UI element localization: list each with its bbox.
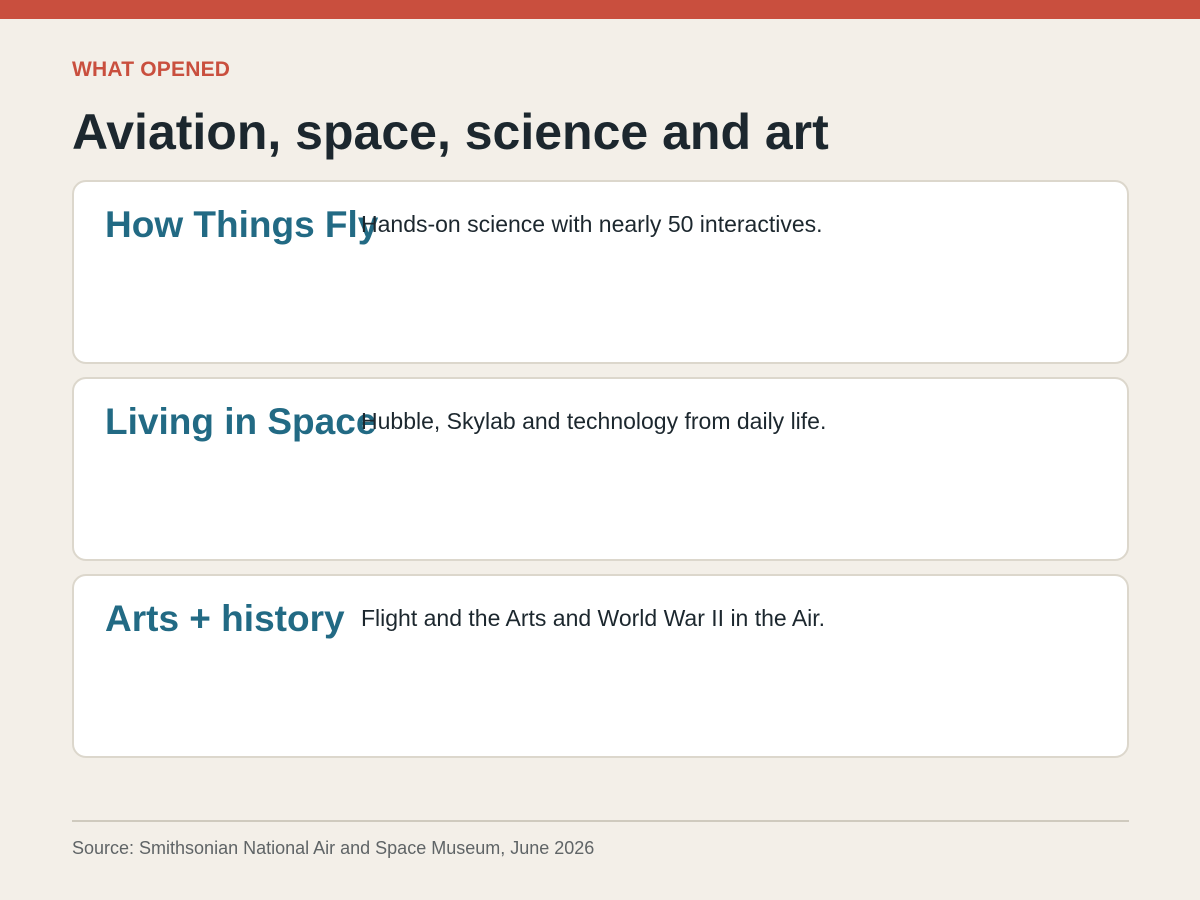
exhibit-card: How Things Fly Hands-on science with nea… xyxy=(72,180,1129,364)
exhibit-card-title: Living in Space xyxy=(105,401,377,442)
exhibit-card-description: Flight and the Arts and World War II in … xyxy=(361,605,826,631)
exhibit-card: Living in Space Hubble, Skylab and techn… xyxy=(72,377,1129,561)
source-note: Source: Smithsonian National Air and Spa… xyxy=(72,838,595,858)
exhibit-card: Arts + history Flight and the Arts and W… xyxy=(72,574,1129,758)
page-title: Aviation, space, science and art xyxy=(72,104,829,160)
section-eyebrow: WHAT OPENED xyxy=(72,58,231,81)
exhibit-card-title: Arts + history xyxy=(105,598,345,639)
exhibit-card-description: Hubble, Skylab and technology from daily… xyxy=(361,408,827,434)
exhibit-card-list: How Things Fly Hands-on science with nea… xyxy=(72,180,1129,771)
exhibit-card-title: How Things Fly xyxy=(105,204,379,245)
accent-top-bar xyxy=(0,0,1200,19)
exhibit-card-description: Hands-on science with nearly 50 interact… xyxy=(361,211,823,237)
footer-divider xyxy=(72,820,1129,822)
